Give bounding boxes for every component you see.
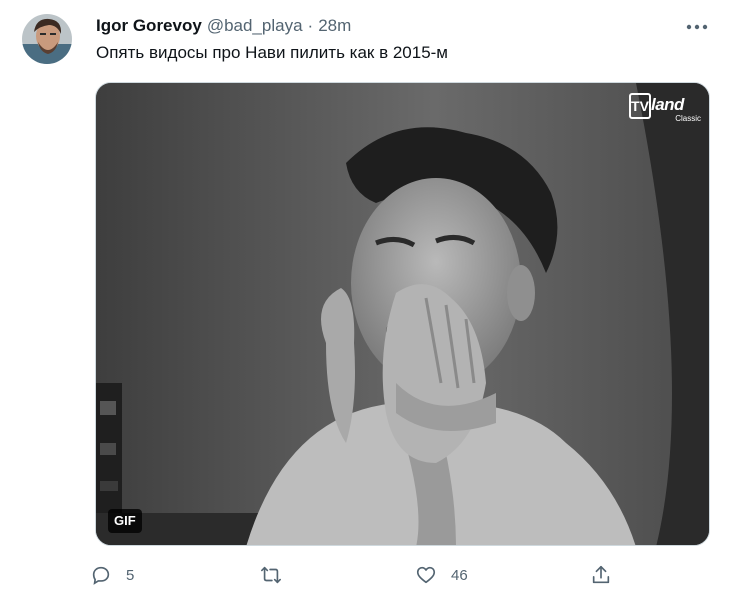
share-icon xyxy=(586,560,616,590)
more-horizontal-icon xyxy=(686,24,708,30)
watermark-tv: TV xyxy=(629,93,651,119)
action-bar: 5 46 xyxy=(86,560,626,590)
reply-button[interactable]: 5 xyxy=(86,560,134,590)
retweet-icon xyxy=(256,560,286,590)
like-count: 46 xyxy=(451,566,468,584)
separator-dot: · xyxy=(307,16,314,35)
gif-badge: GIF xyxy=(108,509,142,533)
gif-frame xyxy=(96,83,709,545)
watermark-land: land xyxy=(651,95,684,114)
tweet-header: Igor Gorevoy @bad_playa · 28m xyxy=(96,16,351,38)
tweet-text: Опять видосы про Нави пилить как в 2015-… xyxy=(96,43,448,62)
more-button[interactable] xyxy=(682,14,712,40)
watermark-classic: Classic xyxy=(675,114,701,123)
reply-count: 5 xyxy=(126,566,135,584)
like-button[interactable]: 46 xyxy=(411,560,468,590)
retweet-button[interactable] xyxy=(256,560,296,590)
tv-land-watermark: TV land Classic xyxy=(629,93,703,123)
media-gif[interactable]: TV land Classic GIF xyxy=(95,82,710,546)
reply-icon xyxy=(86,560,116,590)
avatar-image xyxy=(22,14,72,64)
share-button[interactable] xyxy=(586,560,616,590)
timestamp[interactable]: 28m xyxy=(318,16,351,36)
avatar[interactable] xyxy=(22,14,72,64)
heart-icon xyxy=(411,560,441,590)
author-handle[interactable]: @bad_playa xyxy=(207,16,303,36)
tweet: Igor Gorevoy @bad_playa · 28m Опять видо… xyxy=(0,0,730,601)
author-name[interactable]: Igor Gorevoy xyxy=(96,16,202,36)
